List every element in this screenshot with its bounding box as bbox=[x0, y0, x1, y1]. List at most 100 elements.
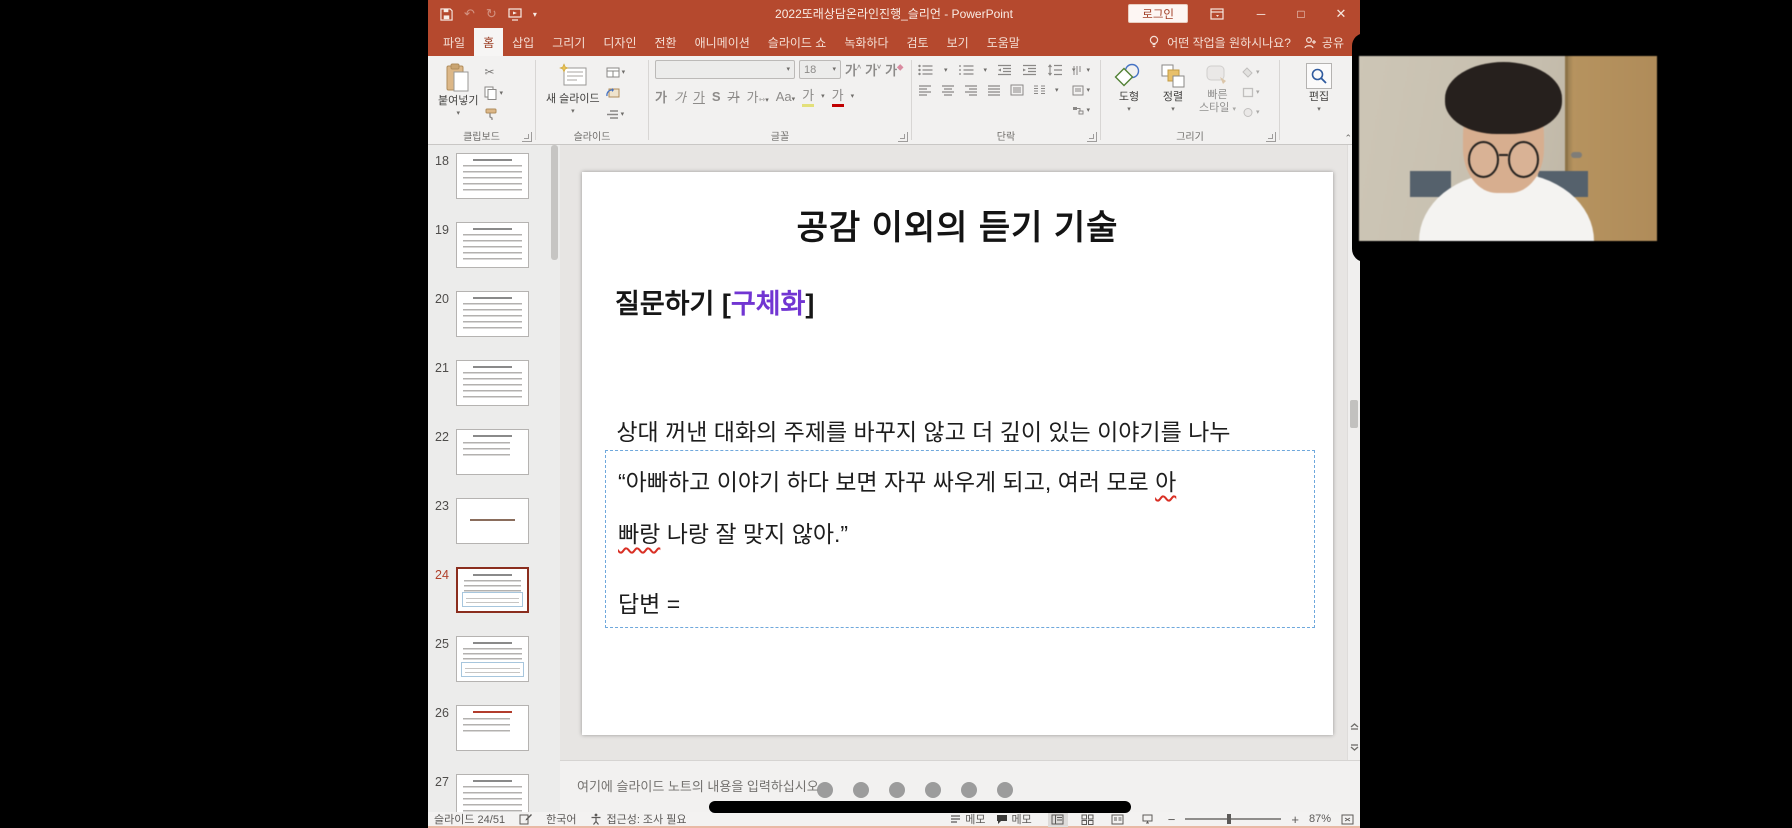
editing-button[interactable]: 편집 ▾ bbox=[1297, 60, 1341, 116]
ribbon-tab-9[interactable]: 검토 bbox=[898, 28, 938, 56]
slide-thumbnail-21[interactable]: 21 bbox=[428, 360, 560, 406]
slide-sorter-view-button[interactable] bbox=[1078, 812, 1098, 827]
thumbnail-preview[interactable] bbox=[456, 567, 529, 613]
convert-smartart-icon[interactable]: ▾ bbox=[1072, 102, 1090, 118]
shape-fill-icon[interactable]: ▾ bbox=[1242, 64, 1260, 80]
slideshow-view-button[interactable] bbox=[1138, 812, 1158, 827]
slide-thumbnail-25[interactable]: 25 bbox=[428, 636, 560, 682]
close-button[interactable]: ✕ bbox=[1326, 0, 1356, 28]
arrange-button[interactable]: 정렬 ▾ bbox=[1151, 60, 1195, 116]
align-left-icon[interactable] bbox=[918, 85, 932, 96]
scrollbar-thumb[interactable] bbox=[1350, 400, 1358, 428]
next-slide-button[interactable] bbox=[1350, 744, 1359, 752]
font-color-icon[interactable]: 가 bbox=[832, 85, 844, 107]
numbering-icon[interactable] bbox=[958, 64, 974, 76]
ribbon-tab-8[interactable]: 녹화하다 bbox=[835, 28, 897, 56]
thumbnail-preview[interactable] bbox=[456, 498, 529, 544]
normal-view-button[interactable] bbox=[1048, 812, 1068, 827]
highlight-color-icon[interactable]: 가 bbox=[802, 85, 814, 107]
line-spacing-icon[interactable] bbox=[1047, 64, 1062, 76]
zoom-out-button[interactable]: − bbox=[1168, 812, 1176, 827]
quick-styles-button[interactable]: 빠른스타일 ▾ bbox=[1195, 60, 1240, 117]
fit-to-window-icon[interactable] bbox=[1341, 814, 1354, 825]
thumbnail-preview[interactable] bbox=[456, 429, 529, 475]
ribbon-tab-6[interactable]: 애니메이션 bbox=[686, 28, 759, 56]
maximize-button[interactable]: □ bbox=[1286, 0, 1316, 28]
quote-textbox[interactable]: “아빠하고 이야기 하다 보면 자꾸 싸우게 되고, 여러 모로 아 빠랑 나랑… bbox=[605, 450, 1315, 628]
collapse-ribbon-icon[interactable]: ⌃ bbox=[1344, 133, 1352, 144]
ribbon-tab-5[interactable]: 전환 bbox=[645, 28, 685, 56]
shapes-button[interactable]: 도형 ▾ bbox=[1107, 60, 1151, 116]
bold-icon[interactable]: 가 bbox=[655, 87, 667, 106]
text-shadow-icon[interactable]: S bbox=[712, 89, 721, 104]
thumbnail-preview[interactable] bbox=[456, 636, 529, 682]
strikethrough-icon[interactable]: 가 bbox=[728, 87, 740, 106]
align-right-icon[interactable] bbox=[964, 85, 978, 96]
change-case-icon[interactable]: Aa▾ bbox=[776, 89, 795, 104]
cut-icon[interactable]: ✂ bbox=[484, 64, 503, 80]
italic-icon[interactable]: 가 bbox=[674, 87, 686, 106]
undo-icon[interactable]: ↶ bbox=[464, 6, 475, 22]
increase-indent-icon[interactable] bbox=[1022, 64, 1037, 76]
save-icon[interactable] bbox=[440, 8, 453, 21]
language-indicator[interactable]: 한국어 bbox=[546, 811, 576, 827]
justify-icon[interactable] bbox=[987, 85, 1001, 96]
redo-icon[interactable]: ↻ bbox=[486, 6, 497, 22]
slide-canvas[interactable]: 공감 이외의 듣기 기술 질문하기 [구체화] 상대 꺼낸 대화의 주제를 바꾸… bbox=[582, 172, 1333, 735]
ribbon-display-options-icon[interactable] bbox=[1202, 0, 1232, 28]
ribbon-tab-4[interactable]: 디자인 bbox=[594, 28, 645, 56]
decrease-indent-icon[interactable] bbox=[997, 64, 1012, 76]
slide-thumbnail-22[interactable]: 22 bbox=[428, 429, 560, 475]
slide-thumbnail-26[interactable]: 26 bbox=[428, 705, 560, 751]
thumbnail-preview[interactable] bbox=[456, 291, 529, 337]
slide-thumbnail-23[interactable]: 23 bbox=[428, 498, 560, 544]
ribbon-tab-11[interactable]: 도움말 bbox=[978, 28, 1029, 56]
bullets-icon[interactable] bbox=[918, 64, 934, 76]
align-center-icon[interactable] bbox=[941, 85, 955, 96]
shape-effects-icon[interactable]: ▾ bbox=[1242, 104, 1260, 120]
thumbnail-preview[interactable] bbox=[456, 222, 529, 268]
zoom-slider-thumb[interactable] bbox=[1227, 814, 1231, 824]
font-size-combo[interactable]: 18▾ bbox=[799, 60, 841, 79]
paste-button[interactable]: 붙여넣기 ▾ bbox=[434, 60, 482, 120]
slide-heading[interactable]: 질문하기 [구체화] bbox=[615, 282, 814, 321]
video-scrubber-bar[interactable] bbox=[709, 801, 1131, 813]
thumbnail-preview[interactable] bbox=[456, 774, 529, 812]
columns-icon[interactable] bbox=[1033, 85, 1046, 96]
comments-toggle[interactable]: 메모 bbox=[996, 811, 1032, 827]
thumbnail-preview[interactable] bbox=[456, 153, 529, 199]
ribbon-tab-2[interactable]: 삽입 bbox=[503, 28, 543, 56]
slide-thumbnail-27[interactable]: 27 bbox=[428, 774, 560, 812]
slide-thumbnail-18[interactable]: 18 bbox=[428, 153, 560, 199]
clear-formatting-icon[interactable]: 가◆ bbox=[885, 60, 903, 79]
shape-outline-icon[interactable]: ▾ bbox=[1242, 84, 1260, 100]
previous-slide-button[interactable] bbox=[1350, 722, 1359, 730]
copy-icon[interactable]: ▾ bbox=[484, 85, 503, 101]
section-icon[interactable]: ▾ bbox=[606, 106, 626, 122]
reading-view-button[interactable] bbox=[1108, 812, 1128, 827]
paragraph-dialog-launcher[interactable] bbox=[1087, 132, 1097, 142]
character-spacing-icon[interactable]: 가⇿▾ bbox=[747, 87, 769, 106]
tell-me-search[interactable]: 어떤 작업을 원하시나요? bbox=[1142, 28, 1297, 56]
webcam-overlay[interactable] bbox=[1352, 33, 1664, 262]
text-direction-icon[interactable]: ▾ bbox=[1072, 62, 1090, 78]
thumbnail-scrollbar[interactable] bbox=[551, 145, 558, 260]
thumbnail-preview[interactable] bbox=[456, 360, 529, 406]
ribbon-tab-1[interactable]: 홈 bbox=[474, 28, 503, 56]
ribbon-tab-10[interactable]: 보기 bbox=[938, 28, 978, 56]
ribbon-tab-0[interactable]: 파일 bbox=[434, 28, 474, 56]
minimize-button[interactable]: ─ bbox=[1246, 0, 1276, 28]
new-slide-button[interactable]: 새 슬라이드 ▾ bbox=[542, 60, 604, 118]
distribute-icon[interactable] bbox=[1010, 84, 1024, 96]
login-button[interactable]: 로그인 bbox=[1128, 4, 1188, 23]
start-slideshow-icon[interactable] bbox=[508, 8, 522, 21]
reset-slide-icon[interactable] bbox=[606, 85, 626, 101]
display-settings-icon[interactable] bbox=[519, 813, 532, 825]
slide-layout-icon[interactable]: ▾ bbox=[606, 64, 626, 80]
slide-thumbnail-20[interactable]: 20 bbox=[428, 291, 560, 337]
grow-font-icon[interactable]: 가˄ bbox=[845, 60, 861, 79]
slide-title[interactable]: 공감 이외의 듣기 기술 bbox=[582, 200, 1333, 249]
slide-thumbnail-19[interactable]: 19 bbox=[428, 222, 560, 268]
font-name-combo[interactable]: ▾ bbox=[655, 60, 795, 79]
shrink-font-icon[interactable]: 가˅ bbox=[865, 60, 881, 79]
